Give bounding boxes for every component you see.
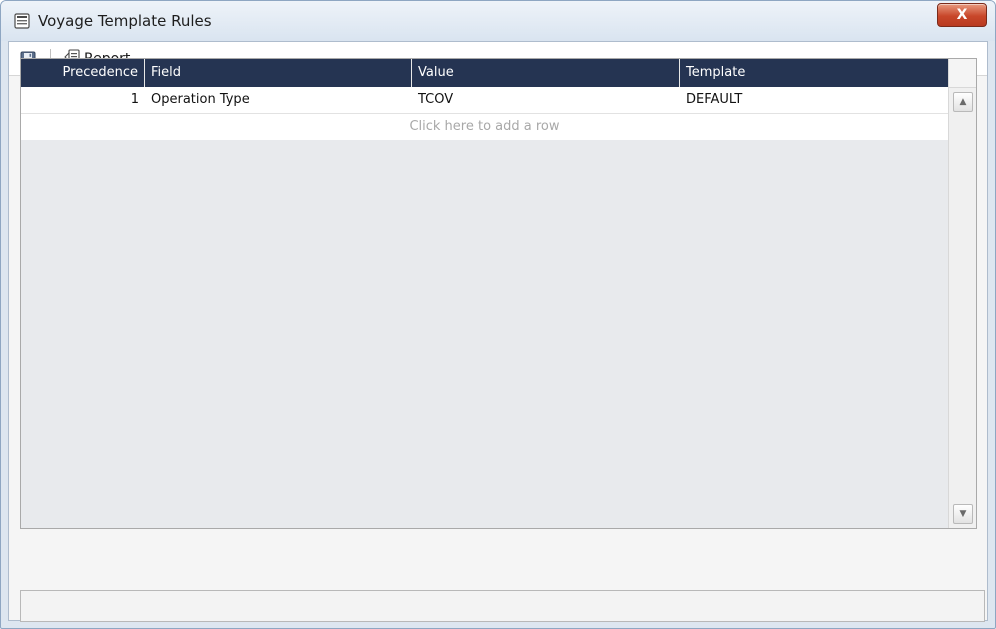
app-window-icon xyxy=(14,13,30,29)
status-bar xyxy=(20,590,985,622)
scroll-up-icon[interactable]: ▲ xyxy=(953,92,973,112)
column-header-template[interactable]: Template xyxy=(680,59,948,87)
cell-field[interactable]: Operation Type xyxy=(145,87,412,113)
vertical-scrollbar[interactable]: ▲ ▼ xyxy=(948,59,976,528)
column-header-value[interactable]: Value xyxy=(412,59,680,87)
window-title: Voyage Template Rules xyxy=(38,12,212,30)
title-bar[interactable]: Voyage Template Rules X xyxy=(1,1,995,41)
close-button[interactable]: X xyxy=(937,3,987,27)
grid-header: Precedence Field Value Template xyxy=(21,59,948,87)
add-row-link[interactable]: Click here to add a row xyxy=(21,114,948,140)
table-row[interactable]: 1 Operation Type TCOV DEFAULT xyxy=(21,87,948,114)
rules-grid: Precedence Field Value Template 1 Operat… xyxy=(20,58,977,529)
column-header-field[interactable]: Field xyxy=(145,59,412,87)
column-header-precedence[interactable]: Precedence xyxy=(21,59,145,87)
close-icon: X xyxy=(956,7,968,23)
scrollbar-corner xyxy=(949,59,976,88)
cell-precedence[interactable]: 1 xyxy=(21,87,145,113)
scroll-down-icon[interactable]: ▼ xyxy=(953,504,973,524)
cell-template[interactable]: DEFAULT xyxy=(680,87,948,113)
voyage-template-rules-window: Voyage Template Rules X Precedence Field… xyxy=(0,0,996,629)
cell-value[interactable]: TCOV xyxy=(412,87,680,113)
